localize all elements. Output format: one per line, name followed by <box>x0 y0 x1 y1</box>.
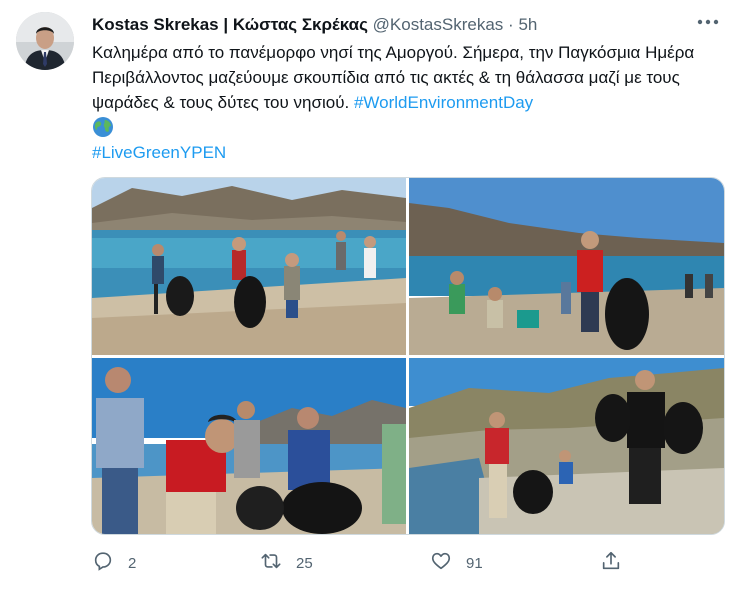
heart-icon <box>430 550 452 576</box>
tweet-header: Kostas Skrekas | Κώστας Σκρέκας @KostasS… <box>92 14 698 36</box>
photo-3[interactable] <box>92 358 406 534</box>
media-grid <box>91 177 725 535</box>
photo-2[interactable] <box>409 178 724 355</box>
avatar[interactable] <box>16 12 74 70</box>
share-icon <box>600 550 622 576</box>
share-button[interactable] <box>600 548 622 578</box>
reply-icon <box>92 550 114 576</box>
retweet-icon <box>260 550 282 576</box>
hashtag-live-green-ypen[interactable]: #LiveGreenYPEN <box>92 143 226 162</box>
user-handle[interactable]: @KostasSkrekas <box>373 15 504 34</box>
hashtag-world-environment-day[interactable]: #WorldEnvironmentDay <box>354 93 533 112</box>
reply-button[interactable]: 2 <box>92 548 136 578</box>
photo-1[interactable] <box>92 178 406 355</box>
photo-4[interactable] <box>409 358 724 534</box>
retweet-button[interactable]: 25 <box>260 548 313 578</box>
globe-icon <box>92 116 114 138</box>
tweet-actions: 2 25 91 <box>92 548 652 578</box>
like-button[interactable]: 91 <box>430 548 483 578</box>
display-name[interactable]: Kostas Skrekas | Κώστας Σκρέκας <box>92 15 368 34</box>
retweet-count: 25 <box>296 554 313 572</box>
tweet-text: Καλημέρα από το πανέμορφο νησί της Αμοργ… <box>92 40 722 165</box>
tweet-card[interactable]: Kostas Skrekas | Κώστας Σκρέκας @KostasS… <box>0 0 738 595</box>
timestamp[interactable]: 5h <box>518 15 537 34</box>
more-options-icon[interactable] <box>696 12 720 32</box>
like-count: 91 <box>466 554 483 572</box>
reply-count: 2 <box>128 554 137 572</box>
separator-dot: · <box>508 15 514 34</box>
